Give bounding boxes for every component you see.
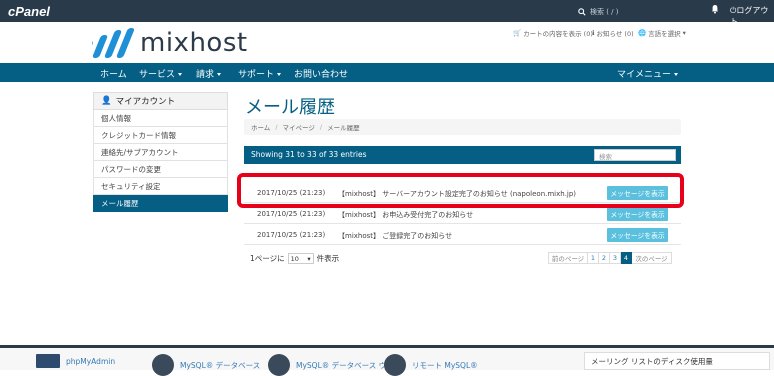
footer-item-label: phpMyAdmin [66,356,116,366]
user-icon: 👤 [101,96,112,106]
row-subject: 【mixhost】 ご登録完了のお知らせ [338,232,453,240]
row-date: 2017/10/25 (21:23) [257,231,326,239]
sidebar-header: 👤 マイアカウント [93,92,228,110]
notices-label: お知らせ (0) [596,30,634,38]
page-length-select[interactable]: 10 ▾ [287,253,314,264]
nav-support-label: サポート [238,70,275,80]
table-header-bar: Showing 31 to 33 of 33 entries 検索 [244,146,681,164]
entries-info: Showing 31 to 33 of 33 entries [251,150,367,159]
row-subject: 【mixhost】 お申込み受付完了のお知らせ [338,211,474,219]
nav-my-menu[interactable]: マイメニュー [617,67,679,80]
breadcrumb-separator: / [275,123,278,131]
nav-support[interactable]: サポート [238,67,282,80]
database-wizard-icon [268,354,290,376]
sidebar-title: マイアカウント [115,97,176,107]
page-length-value: 10 [290,254,299,263]
caret-down-icon [674,73,679,76]
sidebar-item-email-history[interactable]: メール履歴 [93,195,228,212]
highlight-box [237,173,684,208]
page-length-control: 1ページに 10 ▾ 件表示 [250,253,339,264]
mixhost-logo-mark [92,28,134,58]
mixhost-logo[interactable]: mixhost [92,28,248,58]
breadcrumb-current: メール履歴 [327,124,360,132]
cpanel-search-placeholder: 検索 ( / ) [590,8,619,16]
caret-down-icon [178,73,183,76]
cpanel-top-bar: cPanel 検索 ( / ) ⏻ログアウト [0,0,774,26]
per-page-prefix: 1ページに [250,254,285,263]
table-row: 2017/10/25 (21:23) 【mixhost】 ご登録完了のお知らせ … [244,225,681,245]
language-label: 言語を選択 [648,30,681,38]
cart-label: カートの内容を表示 (0) [523,30,593,38]
site-header: mixhost 🛒 カートの内容を表示 (0) ℹ お知らせ (0) 🌐 言語を選択 ▾ [0,22,774,63]
breadcrumb-mypage[interactable]: マイページ [283,122,315,132]
sidebar-item-profile[interactable]: 個人情報 [93,110,228,127]
cart-link[interactable]: 🛒 カートの内容を表示 (0) [513,28,593,38]
page-button[interactable]: 3 [610,252,621,264]
row-date: 2017/10/25 (21:23) [257,210,326,218]
remote-database-icon [384,354,406,376]
globe-icon: 🌐 [638,29,647,37]
nav-contact[interactable]: お問い合わせ [294,67,348,80]
mailing-list-usage-panel: メーリング リストのディスク使用量 [584,352,770,370]
nav-billing-label: 請求 [196,70,215,80]
cpanel-search[interactable]: 検索 ( / ) [578,6,648,18]
nav-home[interactable]: ホーム [100,67,127,80]
chevron-down-icon: ▾ [682,29,686,37]
prev-page-button[interactable]: 前のページ [548,252,588,264]
nav-services[interactable]: サービス [139,67,183,80]
breadcrumb: ホーム / マイページ / メール履歴 [244,119,681,135]
breadcrumb-home[interactable]: ホーム [251,122,270,132]
sidebar-item-password[interactable]: パスワードの変更 [93,161,228,178]
footer-item-label: リモート MySQL® [412,360,478,370]
page-button[interactable]: 1 [588,252,599,264]
footer-item-mysql-wizard[interactable]: MySQL® データベース ウィザ [268,354,401,376]
next-page-button[interactable]: 次のページ [632,252,672,264]
footer-item-label: MySQL® データベース [180,360,261,370]
caret-down-icon [217,73,222,76]
nav-services-label: サービス [139,70,176,80]
pagination: 前のページ 1 2 3 4 次のページ [548,252,672,264]
cpanel-footer-strip: phpMyAdmin MySQL® データベース MySQL® データベース ウ… [0,345,774,376]
bell-icon[interactable] [711,4,719,14]
page-button-current[interactable]: 4 [621,252,632,264]
language-select[interactable]: 🌐 言語を選択 ▾ [638,28,686,38]
database-icon [152,354,174,376]
sidebar-item-contacts[interactable]: 連絡先/サブアカウント [93,144,228,161]
notices-link[interactable]: ℹ お知らせ (0) [592,28,634,38]
cpanel-logo[interactable]: cPanel [8,4,50,19]
view-message-button[interactable]: メッセージを表示 [607,228,668,242]
footer-item-remote-mysql[interactable]: リモート MySQL® [384,354,478,376]
sidebar-item-security[interactable]: セキュリティ設定 [93,178,228,195]
caret-down-icon [277,73,282,76]
info-icon: ℹ [592,29,595,37]
nav-billing[interactable]: 請求 [196,67,222,80]
page-button[interactable]: 2 [599,252,610,264]
view-message-button[interactable]: メッセージを表示 [607,207,668,221]
search-icon [578,8,586,16]
footer-item-mysql-db[interactable]: MySQL® データベース [152,354,260,376]
chevron-down-icon: ▾ [307,254,311,263]
per-page-suffix: 件表示 [316,254,340,263]
sidebar-item-credit-card[interactable]: クレジットカード情報 [93,127,228,144]
page-title: メール履歴 [245,97,335,118]
phpmyadmin-icon [36,354,60,368]
nav-my-menu-label: マイメニュー [617,70,672,80]
account-sidebar: 👤 マイアカウント 個人情報 クレジットカード情報 連絡先/サブアカウント パス… [93,92,228,212]
main-nav: ホーム サービス 請求 サポート お問い合わせ マイメニュー [0,63,774,82]
footer-item-phpmyadmin[interactable]: phpMyAdmin [36,354,115,368]
logo-text: mixhost [140,28,248,58]
breadcrumb-separator: / [319,123,323,131]
cart-icon: 🛒 [513,29,522,37]
table-search-input[interactable]: 検索 [594,149,676,161]
